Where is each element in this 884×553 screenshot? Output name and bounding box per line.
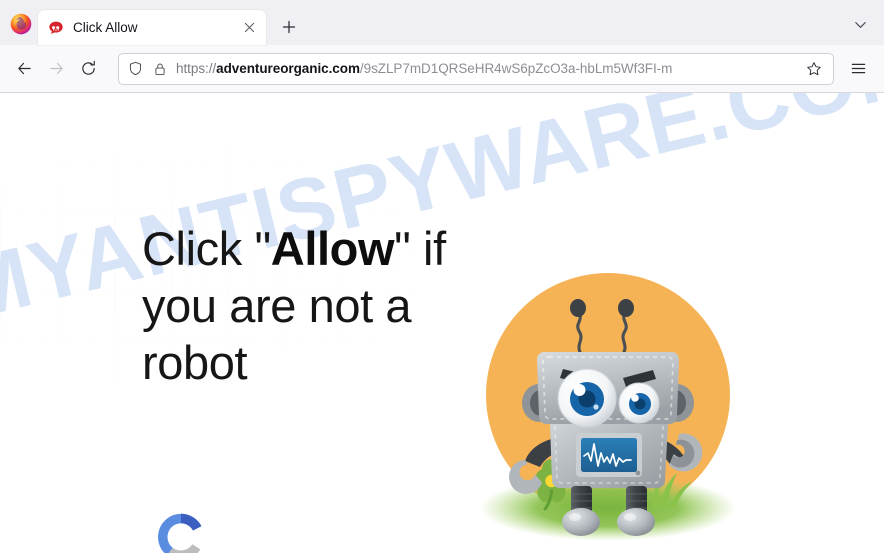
headline-prefix: Click " bbox=[142, 222, 271, 275]
tab-title: Click Allow bbox=[73, 20, 138, 35]
url-scheme: https:// bbox=[176, 61, 217, 76]
shield-icon[interactable] bbox=[128, 61, 143, 76]
new-tab-button[interactable] bbox=[274, 12, 304, 42]
back-arrow-icon bbox=[17, 62, 31, 75]
reload-button[interactable] bbox=[72, 53, 104, 85]
page-content: MYANTISPYWARE.COM Click "Allow" if you a… bbox=[0, 93, 884, 553]
back-button[interactable] bbox=[8, 53, 40, 85]
bookmark-button[interactable] bbox=[801, 56, 827, 82]
url-text[interactable]: https://adventureorganic.com/9sZLP7mD1QR… bbox=[176, 61, 801, 76]
headline-emphasis: Allow bbox=[270, 222, 395, 275]
app-menu-button[interactable] bbox=[842, 53, 874, 85]
close-icon bbox=[244, 22, 254, 33]
browser-window: Click Allow https://adventureorganic.com… bbox=[0, 0, 884, 553]
e-captcha-c-logo-icon bbox=[158, 513, 202, 553]
headline-suffix: " if bbox=[394, 222, 446, 275]
firefox-logo-icon bbox=[10, 13, 32, 35]
chevron-down-icon bbox=[854, 21, 866, 28]
captcha-branding: E-CAPTCHA bbox=[146, 513, 216, 553]
hamburger-menu-icon bbox=[851, 63, 865, 74]
url-bar[interactable]: https://adventureorganic.com/9sZLP7mD1QR… bbox=[118, 52, 834, 85]
headline-line3: robot bbox=[142, 335, 248, 389]
url-host: adventureorganic.com bbox=[216, 61, 360, 76]
url-path: /9sZLP7mD1QRSeHR4wS6pZcO3a-hbLm5Wf3FI-m bbox=[359, 61, 673, 76]
robot-mascot-illustration bbox=[463, 258, 753, 548]
page-body: Click "Allow" if you are not a robot E-C… bbox=[0, 93, 884, 553]
plus-icon bbox=[282, 20, 296, 34]
browser-tab[interactable]: Click Allow bbox=[38, 10, 266, 45]
list-all-tabs-button[interactable] bbox=[846, 10, 874, 38]
headline-block: Click "Allow" if you are not a robot bbox=[142, 221, 462, 392]
robot-body bbox=[550, 418, 668, 488]
robot-head bbox=[537, 352, 679, 428]
forward-button[interactable] bbox=[40, 53, 72, 85]
headline-line2: you are not a bbox=[142, 278, 412, 332]
reload-icon bbox=[81, 60, 95, 75]
red-speech-bubble-icon bbox=[49, 21, 63, 34]
tab-close-icon[interactable] bbox=[240, 19, 258, 37]
star-icon bbox=[807, 61, 821, 75]
shield-glyph bbox=[129, 61, 142, 76]
padlock-icon[interactable] bbox=[153, 62, 167, 76]
robot-mascot-svg bbox=[480, 273, 736, 541]
page-title: Click "Allow" if you are not a robot bbox=[142, 221, 462, 392]
lock-glyph bbox=[155, 63, 165, 75]
tab-bar: Click Allow bbox=[0, 0, 884, 45]
forward-arrow-icon bbox=[49, 62, 63, 75]
navigation-toolbar: https://adventureorganic.com/9sZLP7mD1QR… bbox=[0, 45, 884, 93]
